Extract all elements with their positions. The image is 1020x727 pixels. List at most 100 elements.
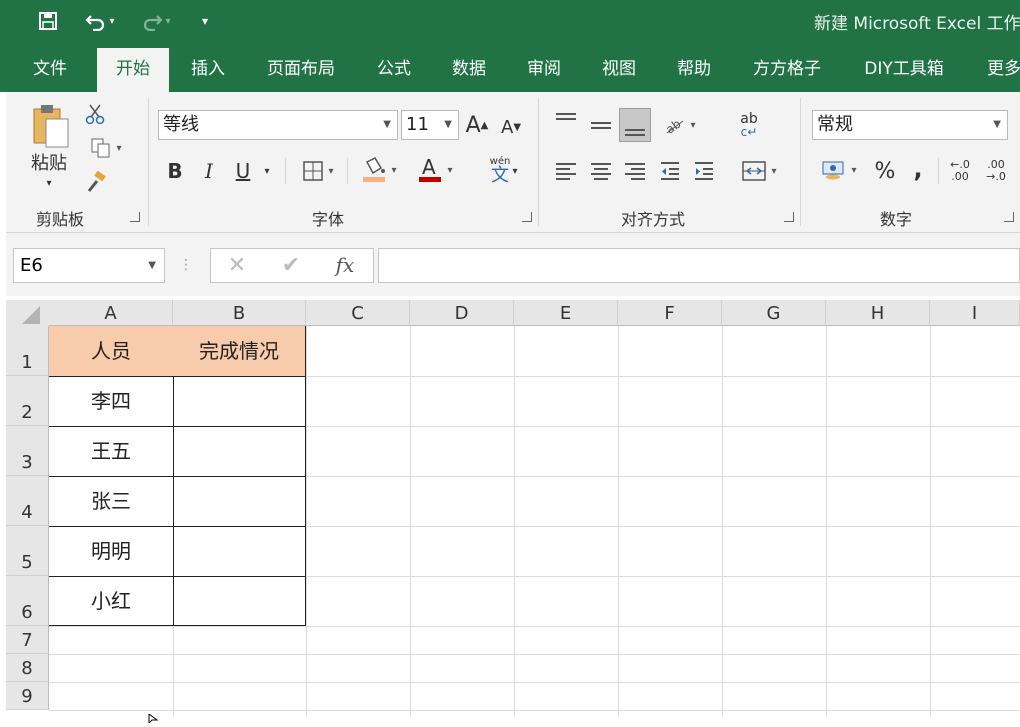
- column-header-h[interactable]: H: [826, 300, 930, 326]
- font-name-select[interactable]: 等线 ▼: [158, 110, 398, 140]
- cell-b4[interactable]: [173, 476, 306, 527]
- increase-decimal-button[interactable]: ←.0 .00: [944, 156, 976, 186]
- percent-style-button[interactable]: %: [872, 156, 898, 186]
- format-painter-icon[interactable]: [84, 170, 108, 194]
- align-center-icon[interactable]: [589, 158, 613, 184]
- borders-icon[interactable]: ▾: [294, 156, 342, 186]
- tab-data[interactable]: 数据: [437, 52, 501, 92]
- row-header-1[interactable]: 1: [6, 326, 49, 376]
- tab-insert[interactable]: 插入: [176, 52, 240, 92]
- align-bottom-icon[interactable]: [619, 108, 651, 142]
- cell-a4[interactable]: 张三: [49, 476, 174, 527]
- tab-help[interactable]: 帮助: [662, 52, 726, 92]
- clipboard-group-label: 剪贴板: [36, 210, 85, 229]
- column-header-g[interactable]: G: [722, 300, 826, 326]
- number-launcher-icon[interactable]: [1004, 212, 1014, 222]
- column-header-b[interactable]: B: [173, 300, 306, 326]
- italic-button[interactable]: I: [196, 156, 222, 186]
- tab-page-layout[interactable]: 页面布局: [254, 52, 348, 92]
- font-launcher-icon[interactable]: [522, 212, 532, 222]
- align-middle-icon[interactable]: [589, 108, 613, 142]
- column-header-f[interactable]: F: [618, 300, 722, 326]
- number-format-select[interactable]: 常规 ▼: [812, 110, 1008, 140]
- gridline: [49, 626, 1020, 627]
- increase-font-size-button[interactable]: A ▲: [464, 110, 490, 140]
- alignment-launcher-icon[interactable]: [784, 212, 794, 222]
- align-left-icon[interactable]: [554, 158, 578, 184]
- font-size-value: 11: [406, 114, 429, 135]
- font-size-select[interactable]: 11 ▼: [401, 110, 459, 140]
- row-header-7[interactable]: 7: [6, 626, 49, 654]
- clipboard-launcher-icon[interactable]: [130, 212, 140, 222]
- tab-view[interactable]: 视图: [587, 52, 651, 92]
- undo-icon[interactable]: ▾: [78, 8, 122, 34]
- enter-icon[interactable]: ✔: [271, 249, 311, 282]
- save-icon[interactable]: [34, 8, 62, 34]
- row-header-4[interactable]: 4: [6, 476, 49, 526]
- fill-color-icon[interactable]: ▾: [354, 154, 404, 186]
- tab-more[interactable]: 更多: [974, 52, 1020, 92]
- wrap-text-icon[interactable]: ab c↵: [738, 110, 760, 140]
- phonetic-dropdown-icon[interactable]: ▾: [508, 160, 522, 182]
- row-header-6[interactable]: 6: [6, 576, 49, 626]
- cell-b3[interactable]: [173, 426, 306, 477]
- paste-button[interactable]: 粘贴: [22, 150, 76, 174]
- row-number: 5: [21, 552, 33, 573]
- tab-home[interactable]: 开始: [97, 48, 169, 92]
- copy-icon[interactable]: ▾: [84, 136, 128, 160]
- comma-style-button[interactable]: ,: [906, 154, 930, 184]
- tab-review[interactable]: 审阅: [512, 52, 576, 92]
- merge-center-icon[interactable]: ▾: [734, 156, 784, 186]
- column-header-c[interactable]: C: [306, 300, 410, 326]
- underline-dropdown-icon[interactable]: ▾: [260, 160, 274, 182]
- number-group-label: 数字: [880, 210, 913, 229]
- svg-text:ab: ab: [664, 117, 683, 135]
- column-header-e[interactable]: E: [514, 300, 618, 326]
- column-header-i[interactable]: I: [930, 300, 1020, 326]
- row-header-5[interactable]: 5: [6, 526, 49, 576]
- align-right-icon[interactable]: [623, 158, 647, 184]
- tab-formulas[interactable]: 公式: [362, 52, 426, 92]
- cell-b1[interactable]: 完成情况: [173, 326, 306, 377]
- cut-icon[interactable]: [84, 102, 106, 126]
- increase-indent-icon[interactable]: [692, 158, 716, 184]
- cell-a2[interactable]: 李四: [49, 376, 174, 427]
- name-box[interactable]: E6 ▼: [13, 248, 165, 283]
- font-color-icon[interactable]: A ▾: [410, 154, 460, 186]
- cancel-icon[interactable]: ✕: [217, 249, 257, 282]
- accounting-format-icon[interactable]: ▾: [814, 154, 864, 186]
- number-format-value: 常规: [817, 114, 853, 135]
- cell-b6[interactable]: [173, 576, 306, 626]
- bold-button[interactable]: B: [162, 156, 188, 186]
- cell-b2[interactable]: [173, 376, 306, 427]
- column-header-d[interactable]: D: [410, 300, 514, 326]
- decrease-indent-icon[interactable]: [658, 158, 682, 184]
- redo-icon[interactable]: ▾: [134, 8, 178, 34]
- row-header-3[interactable]: 3: [6, 426, 49, 476]
- underline-button[interactable]: U: [230, 156, 256, 186]
- gridline: [618, 326, 619, 717]
- decrease-font-size-button[interactable]: A ▼: [498, 112, 524, 142]
- cell-b5[interactable]: [173, 526, 306, 577]
- row-number: 9: [21, 686, 33, 707]
- cell-a3[interactable]: 王五: [49, 426, 174, 477]
- tab-file[interactable]: 文件: [14, 52, 86, 92]
- cell-a6[interactable]: 小红: [49, 576, 174, 626]
- row-header-9[interactable]: 9: [6, 682, 49, 710]
- cell-a1[interactable]: 人员: [49, 326, 174, 377]
- row-header-8[interactable]: 8: [6, 654, 49, 682]
- insert-function-icon[interactable]: fx: [325, 249, 365, 282]
- customize-qat-icon[interactable]: ▾: [196, 8, 214, 34]
- cell-a5[interactable]: 明明: [49, 526, 174, 577]
- row-header-2[interactable]: 2: [6, 376, 49, 426]
- orientation-icon[interactable]: ab ▾: [658, 110, 702, 140]
- tab-diy-toolbox[interactable]: DIY工具箱: [852, 52, 956, 92]
- formula-bar-grip-icon[interactable]: ⋮: [178, 254, 194, 276]
- paste-icon[interactable]: [28, 100, 74, 150]
- decrease-decimal-button[interactable]: .00 →.0: [980, 156, 1012, 186]
- formula-input[interactable]: [378, 248, 1020, 283]
- align-top-icon[interactable]: [554, 108, 578, 134]
- paste-dropdown-icon[interactable]: ▾: [42, 176, 56, 190]
- column-header-a[interactable]: A: [49, 300, 173, 326]
- tab-fangfang[interactable]: 方方格子: [740, 52, 834, 92]
